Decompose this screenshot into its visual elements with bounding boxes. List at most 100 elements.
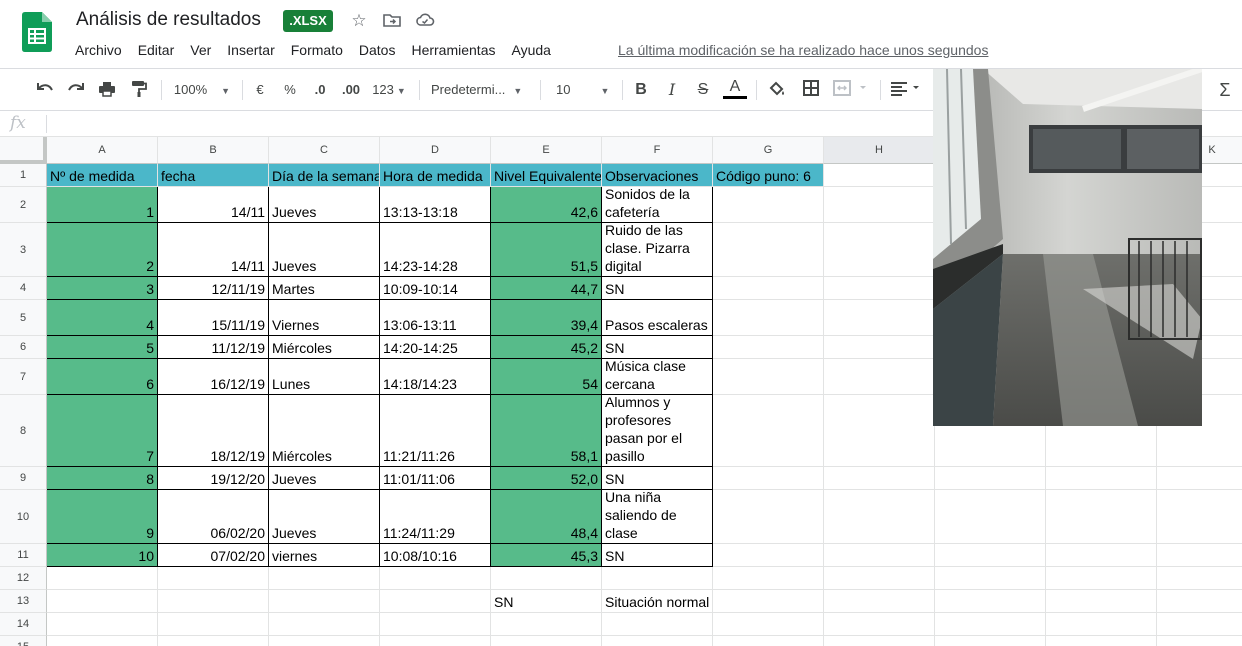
empty-cell[interactable]	[1157, 590, 1242, 613]
observation-cell[interactable]: Pasos escaleras	[602, 300, 713, 336]
empty-cell[interactable]	[824, 277, 935, 300]
date-cell[interactable]: 06/02/20	[158, 490, 269, 544]
empty-cell[interactable]	[824, 359, 935, 395]
sheets-logo-icon[interactable]	[22, 12, 52, 52]
empty-cell[interactable]	[1157, 490, 1242, 544]
empty-cell[interactable]	[935, 590, 1046, 613]
time-cell[interactable]: 11:24/11:29	[380, 490, 491, 544]
empty-cell[interactable]	[602, 636, 713, 646]
level-cell[interactable]: 54	[491, 359, 602, 395]
observation-cell[interactable]: SN	[602, 336, 713, 359]
empty-cell[interactable]	[269, 567, 380, 590]
empty-cell[interactable]	[491, 613, 602, 636]
measure-number-cell[interactable]: 1	[47, 187, 158, 223]
empty-cell[interactable]	[158, 613, 269, 636]
empty-cell[interactable]	[380, 590, 491, 613]
empty-cell[interactable]	[1157, 544, 1242, 567]
empty-cell[interactable]	[1157, 467, 1242, 490]
empty-cell[interactable]	[47, 636, 158, 646]
observation-cell[interactable]: Alumnos y profesores pasan por el pasill…	[602, 395, 713, 467]
empty-cell[interactable]	[602, 613, 713, 636]
weekday-cell[interactable]: Miércoles	[269, 336, 380, 359]
observation-cell[interactable]: Música clase cercana	[602, 359, 713, 395]
weekday-cell[interactable]: Jueves	[269, 223, 380, 277]
italic-button[interactable]: I	[662, 79, 682, 101]
row-header-15[interactable]: 15	[0, 636, 47, 646]
weekday-cell[interactable]: viernes	[269, 544, 380, 567]
row-header-6[interactable]: 6	[0, 336, 47, 359]
weekday-cell[interactable]: Viernes	[269, 300, 380, 336]
empty-cell[interactable]	[713, 277, 824, 300]
row-header-3[interactable]: 3	[0, 223, 47, 277]
empty-cell[interactable]	[1046, 467, 1157, 490]
row-header-10[interactable]: 10	[0, 490, 47, 544]
row-header-5[interactable]: 5	[0, 300, 47, 336]
empty-cell[interactable]	[935, 467, 1046, 490]
time-cell[interactable]: 13:13-13:18	[380, 187, 491, 223]
empty-cell[interactable]	[935, 613, 1046, 636]
level-cell[interactable]: 48,4	[491, 490, 602, 544]
fill-color-icon[interactable]	[765, 79, 789, 101]
row-header-14[interactable]: 14	[0, 613, 47, 636]
time-cell[interactable]: 14:23-14:28	[380, 223, 491, 277]
menu-herramientas[interactable]: Herramientas	[411, 42, 495, 60]
level-cell[interactable]: 45,2	[491, 336, 602, 359]
empty-cell[interactable]	[1046, 636, 1157, 646]
empty-cell[interactable]	[824, 467, 935, 490]
level-cell[interactable]: 45,3	[491, 544, 602, 567]
date-cell[interactable]: 14/11	[158, 223, 269, 277]
column-header-h[interactable]: H	[824, 137, 935, 164]
empty-cell[interactable]	[713, 359, 824, 395]
zoom-select[interactable]: 100% ▼	[172, 79, 232, 101]
empty-cell[interactable]	[380, 567, 491, 590]
observation-cell[interactable]: SN	[602, 467, 713, 490]
time-cell[interactable]: 13:06-13:11	[380, 300, 491, 336]
font-select[interactable]: Predetermi... ▼	[431, 79, 531, 101]
empty-cell[interactable]	[824, 636, 935, 646]
observation-cell[interactable]: Sonidos de la cafetería	[602, 187, 713, 223]
menu-archivo[interactable]: Archivo	[75, 42, 122, 60]
functions-button[interactable]: Σ	[1214, 79, 1236, 101]
observation-cell[interactable]: Ruido de las clase. Pizarra digital	[602, 223, 713, 277]
font-size-select[interactable]: 10 ▼	[556, 79, 616, 101]
text-color-button[interactable]: A	[723, 79, 747, 101]
empty-cell[interactable]	[158, 636, 269, 646]
date-cell[interactable]: 15/11/19	[158, 300, 269, 336]
empty-cell[interactable]	[824, 490, 935, 544]
select-all-corner[interactable]	[0, 137, 47, 164]
measure-number-cell[interactable]: 2	[47, 223, 158, 277]
borders-icon[interactable]	[799, 79, 823, 101]
row-header-8[interactable]: 8	[0, 395, 47, 467]
redo-icon[interactable]	[65, 79, 87, 101]
empty-cell[interactable]	[713, 336, 824, 359]
observation-cell[interactable]: SN	[602, 544, 713, 567]
empty-cell[interactable]	[824, 187, 935, 223]
decrease-decimals-button[interactable]: .0	[309, 79, 331, 101]
empty-cell[interactable]	[47, 567, 158, 590]
menu-ayuda[interactable]: Ayuda	[511, 42, 550, 60]
column-header-g[interactable]: G	[713, 137, 824, 164]
level-cell[interactable]: 51,5	[491, 223, 602, 277]
date-cell[interactable]: 12/11/19	[158, 277, 269, 300]
empty-cell[interactable]	[824, 336, 935, 359]
empty-cell[interactable]	[713, 490, 824, 544]
empty-cell[interactable]	[47, 613, 158, 636]
percent-format-button[interactable]: %	[280, 79, 300, 101]
empty-cell[interactable]	[935, 544, 1046, 567]
observation-cell[interactable]: SN	[602, 277, 713, 300]
empty-cell[interactable]	[713, 567, 824, 590]
time-cell[interactable]: 14:18/14:23	[380, 359, 491, 395]
legend-code-cell[interactable]: SN	[491, 590, 602, 613]
empty-cell[interactable]	[713, 636, 824, 646]
column-header-d[interactable]: D	[380, 137, 491, 164]
header-cell-c[interactable]: Día de la semana	[269, 164, 380, 187]
weekday-cell[interactable]: Jueves	[269, 187, 380, 223]
empty-cell[interactable]	[491, 636, 602, 646]
undo-icon[interactable]	[34, 79, 56, 101]
measure-number-cell[interactable]: 10	[47, 544, 158, 567]
empty-cell[interactable]	[158, 590, 269, 613]
empty-cell[interactable]	[1046, 490, 1157, 544]
empty-cell[interactable]	[824, 395, 935, 467]
empty-cell[interactable]	[824, 613, 935, 636]
empty-cell[interactable]	[713, 395, 824, 467]
